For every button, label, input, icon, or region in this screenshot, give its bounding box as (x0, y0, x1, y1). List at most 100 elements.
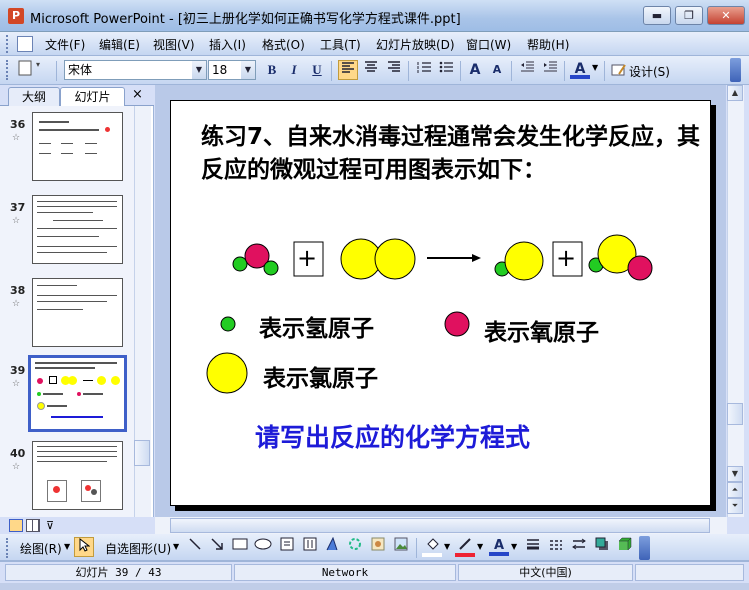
oxygen-legend-label: 表示氧原子 (484, 320, 599, 346)
chevron-down-icon[interactable]: ▼ (511, 542, 517, 551)
chevron-down-icon[interactable]: ▼ (444, 542, 450, 551)
scrollbar-thumb[interactable] (727, 403, 743, 425)
toolbar-separator (416, 538, 417, 558)
previous-slide-icon[interactable]: ⏶ (727, 482, 743, 498)
numbered-list-icon[interactable] (414, 60, 434, 80)
slide-thumbnail-38[interactable] (32, 278, 123, 347)
decrease-font-button[interactable]: A (487, 60, 507, 80)
decrease-indent-icon[interactable] (517, 60, 537, 80)
clip-art-icon[interactable] (368, 537, 388, 557)
minimize-button[interactable]: ▬ (643, 6, 671, 25)
menu-slideshow[interactable]: 幻灯片放映(D) (376, 36, 455, 53)
menu-edit[interactable]: 编辑(E) (99, 36, 140, 53)
chevron-down-icon[interactable]: ▼ (192, 61, 206, 79)
insert-picture-icon[interactable] (391, 537, 411, 557)
select-pointer-icon[interactable] (74, 537, 94, 557)
tab-slides[interactable]: 幻灯片 (60, 87, 125, 106)
design-button[interactable]: 设计(S) (629, 63, 670, 80)
align-left-icon[interactable] (338, 60, 358, 80)
oval-tool-icon[interactable] (253, 537, 273, 557)
close-icon[interactable]: × (132, 87, 143, 102)
arrow-tool-icon[interactable] (207, 537, 227, 557)
vertical-textbox-icon[interactable] (300, 537, 320, 557)
toolbar-options-icon[interactable] (639, 536, 650, 560)
slide-prompt[interactable]: 请写出反应的化学方程式 (255, 418, 530, 454)
powerpoint-app-icon[interactable]: P (8, 8, 24, 24)
chlorine-atom (374, 238, 416, 280)
status-extra (635, 564, 744, 581)
chevron-down-icon[interactable]: ▼ (64, 542, 70, 551)
bold-button[interactable]: B (262, 60, 282, 80)
line-tool-icon[interactable] (185, 537, 205, 557)
toolbar-grip[interactable] (6, 538, 10, 558)
reaction-diagram[interactable] (226, 232, 656, 284)
line-style-icon[interactable] (523, 537, 543, 557)
slide-thumbnail-36[interactable] (32, 112, 123, 181)
chevron-down-icon[interactable]: ▼ (477, 542, 483, 551)
hydrogen-legend-label: 表示氢原子 (259, 316, 374, 342)
menu-format[interactable]: 格式(O) (262, 36, 305, 53)
fill-color-icon[interactable] (422, 537, 442, 557)
slide-thumbnail-40[interactable] (32, 441, 123, 510)
increase-font-button[interactable]: A (465, 60, 485, 80)
align-right-icon[interactable] (384, 60, 404, 80)
autoshapes-button[interactable]: 自选图形(U) (105, 540, 171, 557)
maximize-button[interactable]: ❐ (675, 6, 703, 25)
line-color-icon[interactable] (455, 537, 475, 557)
toolbar-separator (56, 61, 57, 81)
slide-thumbnail-37[interactable] (32, 195, 123, 264)
increase-indent-icon[interactable] (540, 60, 560, 80)
normal-view-icon[interactable] (9, 519, 23, 532)
slide-thumbnail-39-selected[interactable] (28, 355, 127, 432)
toolbar-separator (604, 61, 605, 81)
3d-style-icon[interactable] (615, 537, 635, 557)
scroll-up-icon[interactable]: ▲ (727, 85, 743, 101)
font-color-button[interactable]: A (570, 59, 590, 79)
bullet-list-icon[interactable] (436, 60, 456, 80)
menu-insert[interactable]: 插入(I) (209, 36, 246, 53)
font-size-combo[interactable]: 18 ▼ (208, 60, 256, 80)
chevron-down-icon[interactable]: ▼ (592, 63, 598, 72)
underline-button[interactable]: U (307, 60, 327, 80)
italic-button[interactable]: I (284, 60, 304, 80)
arrow-head-icon (472, 254, 481, 262)
close-button[interactable]: ✕ (707, 6, 745, 25)
menu-view[interactable]: 视图(V) (153, 36, 195, 53)
chevron-down-icon[interactable]: ▼ (173, 542, 179, 551)
slide-title[interactable]: 练习7、自来水消毒过程通常会发生化学反应，其反应的微观过程可用图表示如下： (201, 121, 701, 187)
tab-outline[interactable]: 大纲 (8, 87, 60, 106)
menubar-grip[interactable] (6, 35, 10, 53)
wordart-icon[interactable] (322, 536, 342, 557)
star-icon: ☆ (12, 299, 21, 309)
star-icon: ☆ (12, 216, 21, 226)
scrollbar-thumb[interactable] (134, 440, 150, 466)
toolbar-options-icon[interactable] (730, 58, 741, 82)
chevron-down-icon[interactable]: ▼ (241, 61, 255, 79)
scroll-down-icon[interactable]: ▼ (727, 466, 743, 482)
menu-file[interactable]: 文件(F) (45, 36, 85, 53)
menu-window[interactable]: 窗口(W) (466, 36, 511, 53)
star-icon: ☆ (12, 379, 21, 389)
dash-style-icon[interactable] (546, 537, 566, 557)
menu-tools[interactable]: 工具(T) (320, 36, 361, 53)
draw-menu-button[interactable]: 绘图(R) (20, 540, 62, 557)
next-slide-icon[interactable]: ⏷ (727, 498, 743, 514)
toolbar-grip[interactable] (6, 60, 10, 80)
slide-sorter-view-icon[interactable] (26, 519, 40, 532)
drawing-font-color-button[interactable]: A (489, 536, 509, 556)
document-icon[interactable] (17, 36, 33, 52)
rectangle-tool-icon[interactable] (230, 537, 250, 557)
diagram-icon[interactable] (345, 537, 365, 557)
slideshow-view-icon[interactable]: ⊽ (43, 519, 57, 532)
new-document-icon[interactable] (15, 60, 35, 80)
font-name-combo[interactable]: 宋体 ▼ (64, 60, 207, 80)
align-center-icon[interactable] (361, 60, 381, 80)
main-vertical-scrollbar[interactable] (727, 85, 744, 517)
menu-help[interactable]: 帮助(H) (527, 36, 569, 53)
shadow-style-icon[interactable] (592, 537, 612, 557)
scrollbar-thumb[interactable] (170, 518, 710, 533)
textbox-tool-icon[interactable] (277, 537, 297, 557)
design-template-status[interactable]: Network (234, 564, 456, 581)
toolbar-overflow-icon[interactable]: ▾ (36, 60, 52, 80)
arrow-style-icon[interactable] (569, 537, 589, 557)
